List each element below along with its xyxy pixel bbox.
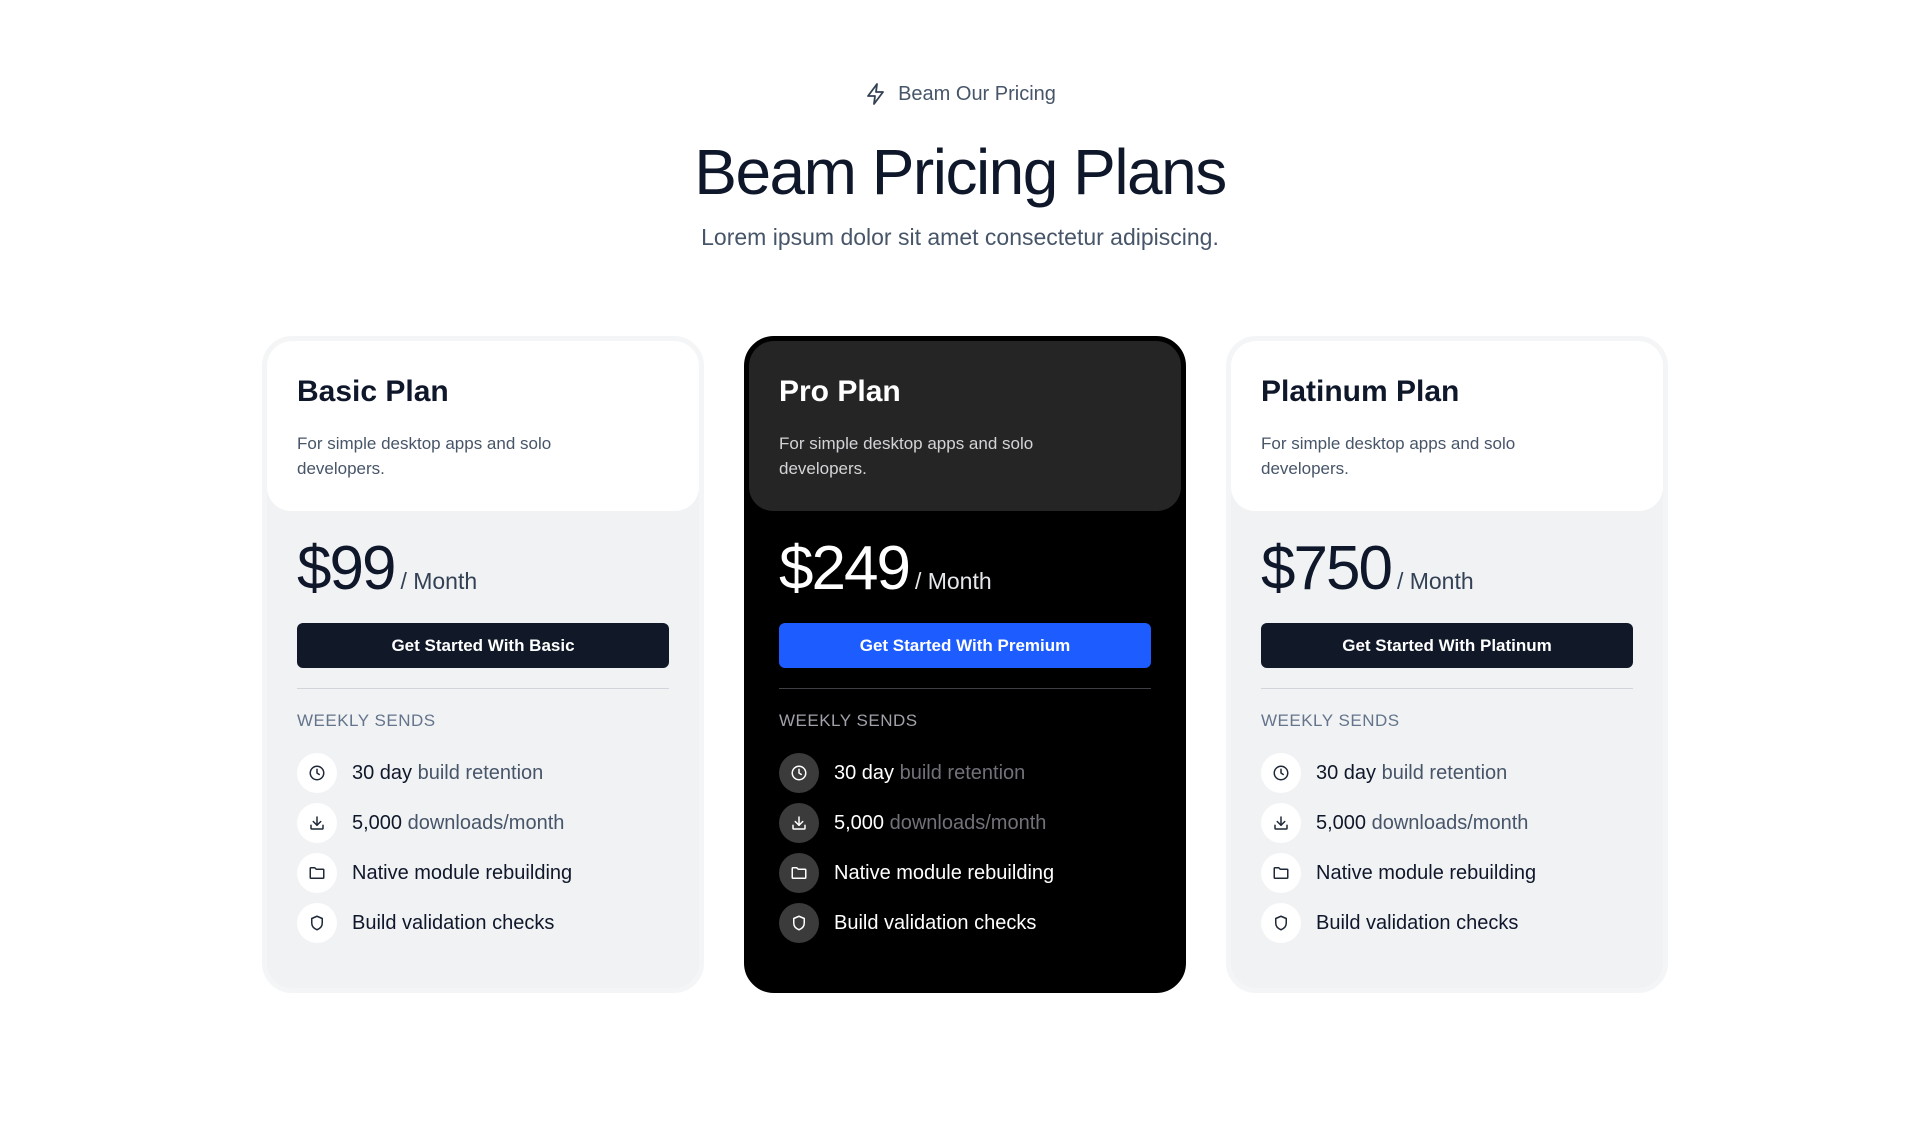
list-item: Native module rebuilding: [1261, 853, 1633, 893]
clock-icon: [1261, 753, 1301, 793]
list-item: Native module rebuilding: [779, 853, 1151, 893]
download-icon: [297, 803, 337, 843]
download-icon: [1261, 803, 1301, 843]
feature-text: Native module rebuilding: [352, 861, 573, 884]
divider: [779, 688, 1151, 689]
eyebrow-text: Beam Our Pricing: [898, 82, 1056, 105]
clock-icon: [779, 753, 819, 793]
list-item: Build validation checks: [779, 903, 1151, 943]
divider: [297, 688, 669, 689]
feature-list: 30 day build retention 5,000 downloads/m…: [297, 753, 669, 943]
price-row: $249 / Month: [749, 533, 1181, 603]
feature-text: 30 day build retention: [352, 761, 544, 784]
section-label: WEEKLY SENDS: [297, 711, 436, 730]
list-item: 30 day build retention: [1261, 753, 1633, 793]
eyebrow: Beam Our Pricing: [0, 82, 1920, 106]
plan-name: Pro Plan: [779, 375, 901, 408]
list-item: Build validation checks: [297, 903, 669, 943]
list-item: 5,000 downloads/month: [779, 803, 1151, 843]
plan-period: / Month: [1396, 568, 1474, 594]
clock-icon: [297, 753, 337, 793]
plan-description: For simple desktop apps and solo develop…: [779, 434, 1034, 478]
download-icon: [779, 803, 819, 843]
plan-name: Platinum Plan: [1261, 375, 1460, 408]
folder-icon: [297, 853, 337, 893]
shield-icon: [779, 903, 819, 943]
feature-text: 5,000 downloads/month: [834, 811, 1047, 834]
list-item: 30 day build retention: [297, 753, 669, 793]
plan-period: / Month: [914, 568, 992, 594]
feature-text: Build validation checks: [834, 911, 1037, 934]
get-started-platinum-button[interactable]: Get Started With Platinum: [1261, 623, 1633, 668]
card-header: Basic Plan For simple desktop apps and s…: [267, 341, 699, 511]
card-header: Platinum Plan For simple desktop apps an…: [1231, 341, 1663, 511]
section-label: WEEKLY SENDS: [1261, 711, 1400, 730]
list-item: 30 day build retention: [779, 753, 1151, 793]
feature-text: 5,000 downloads/month: [1316, 811, 1529, 834]
page-subtitle: Lorem ipsum dolor sit amet consectetur a…: [701, 224, 1219, 250]
divider: [1261, 688, 1633, 689]
pricing-cards: Basic Plan For simple desktop apps and s…: [262, 336, 1668, 993]
section-label: WEEKLY SENDS: [779, 711, 918, 730]
list-item: 5,000 downloads/month: [297, 803, 669, 843]
feature-text: Native module rebuilding: [1316, 861, 1537, 884]
feature-text: Native module rebuilding: [834, 861, 1055, 884]
pricing-card-basic: Basic Plan For simple desktop apps and s…: [262, 336, 704, 993]
shield-icon: [297, 903, 337, 943]
plan-price: $99: [297, 534, 396, 603]
plan-price: $750: [1261, 534, 1393, 603]
pricing-card-pro: Pro Plan For simple desktop apps and sol…: [744, 336, 1186, 993]
price-row: $750 / Month: [1231, 533, 1663, 603]
price-row: $99 / Month: [267, 533, 699, 603]
get-started-basic-button[interactable]: Get Started With Basic: [297, 623, 669, 668]
list-item: Native module rebuilding: [297, 853, 669, 893]
plan-description: For simple desktop apps and solo develop…: [297, 434, 552, 478]
shield-icon: [1261, 903, 1301, 943]
feature-text: 30 day build retention: [1316, 761, 1508, 784]
plan-name: Basic Plan: [297, 375, 449, 408]
plan-description: For simple desktop apps and solo develop…: [1261, 434, 1516, 478]
lightning-icon: [867, 83, 884, 105]
feature-text: Build validation checks: [1316, 911, 1519, 934]
pricing-card-platinum: Platinum Plan For simple desktop apps an…: [1226, 336, 1668, 993]
folder-icon: [1261, 853, 1301, 893]
page-title: Beam Pricing Plans: [694, 136, 1227, 208]
feature-list: 30 day build retention 5,000 downloads/m…: [1261, 753, 1633, 943]
feature-list: 30 day build retention 5,000 downloads/m…: [779, 753, 1151, 943]
feature-text: 5,000 downloads/month: [352, 811, 565, 834]
folder-icon: [779, 853, 819, 893]
plan-price: $249: [779, 534, 911, 603]
list-item: Build validation checks: [1261, 903, 1633, 943]
feature-text: Build validation checks: [352, 911, 555, 934]
plan-period: / Month: [400, 568, 478, 594]
card-header: Pro Plan For simple desktop apps and sol…: [749, 341, 1181, 511]
list-item: 5,000 downloads/month: [1261, 803, 1633, 843]
get-started-premium-button[interactable]: Get Started With Premium: [779, 623, 1151, 668]
feature-text: 30 day build retention: [834, 761, 1026, 784]
